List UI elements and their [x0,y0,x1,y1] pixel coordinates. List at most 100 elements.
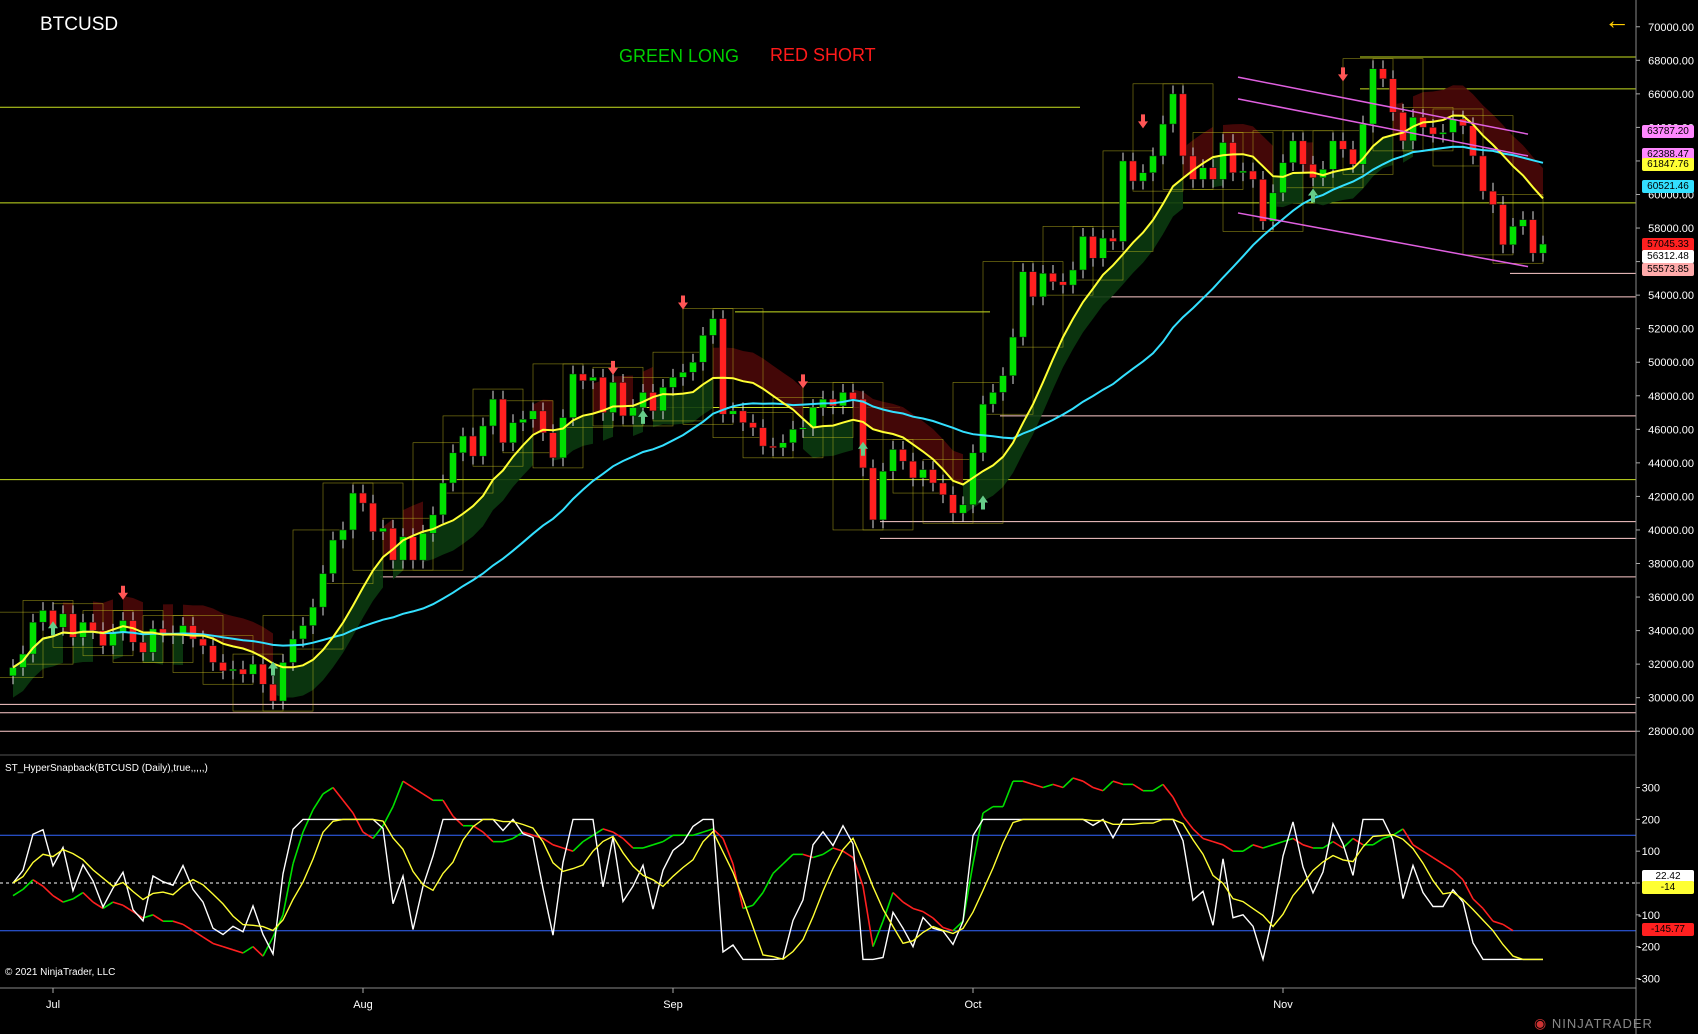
osc-short-segment [152,914,164,922]
candle-up [839,392,847,407]
price-tick-label: 38000.00 [1648,559,1694,571]
osc-long-segment [12,888,24,897]
osc-short-segment [1432,856,1444,865]
osc-badge: -145.77 [1642,923,1694,937]
osc-long-segment [752,892,764,906]
candle-up [569,373,577,418]
osc-short-segment [452,815,464,827]
price-chart: 70000.0068000.0066000.0064000.0062000.00… [0,0,1694,1034]
candle-up [1139,172,1147,182]
long-cloud [683,392,693,424]
candle-down [1379,68,1387,80]
short-cloud [1453,85,1463,116]
candle-up [509,422,517,443]
candle-down [769,445,777,449]
candle-down [739,410,747,423]
candle-down [139,642,147,653]
back-arrow-icon[interactable]: ← [1604,7,1630,33]
candle-down [1229,142,1237,173]
long-cloud [673,393,683,425]
candle-up [559,417,567,459]
candle-down [1109,237,1117,242]
long-cloud [993,456,1003,496]
long-cloud [1043,359,1053,413]
osc-short-segment [1202,837,1214,843]
ninjatrader-logo: ◉ NINJATRADER [1534,1015,1653,1032]
sell-arrow-icon [608,360,618,375]
candle-up [989,392,997,405]
short-cloud [893,403,903,438]
osc-short-segment [1192,828,1204,840]
osc-short-segment [722,838,734,865]
osc-long-segment [662,834,674,843]
osc-short-segment [932,917,944,929]
osc-short-segment [112,901,124,907]
sell-arrow-icon [1138,114,1148,129]
candle-down [1089,236,1097,259]
candle-up [1079,236,1087,271]
long-cloud [813,426,823,458]
candle-down [949,494,957,514]
candle-down [929,469,937,484]
candle-up [799,427,807,430]
osc-short-segment [902,901,914,910]
osc-long-segment [1152,783,1164,792]
osc-short-segment [1472,898,1484,910]
osc-short-segment [222,945,234,951]
short-cloud [1443,85,1453,121]
candle-up [1219,142,1227,180]
price-tick-label: 34000.00 [1648,626,1694,638]
osc-short-segment [862,886,874,947]
candle-up [299,625,307,640]
symbol-title: BTCUSD [40,14,119,35]
osc-short-segment [182,923,194,932]
time-tick-label: Sep [663,999,683,1011]
price-tick-label: 40000.00 [1648,525,1694,537]
candle-up [419,533,427,561]
candle-up [779,442,787,449]
candle-up [1169,93,1177,125]
osc-long-segment [292,831,304,865]
candle-up [229,668,237,672]
candle-up [249,663,257,675]
osc-short-segment [892,891,904,903]
candle-down [1049,273,1057,282]
osc-short-segment [1212,840,1224,846]
candle-up [379,528,387,532]
candle-up [679,372,687,378]
candle-up [629,407,637,417]
osc-short-segment [202,936,214,945]
price-tick-label: 30000.00 [1648,693,1694,705]
osc-long-segment [742,904,754,910]
osc-short-segment [1422,850,1434,859]
candle-up [919,469,927,479]
osc-long-segment [572,841,584,852]
short-cloud [413,501,423,536]
candle-up [1069,269,1077,286]
range-box [742,412,794,459]
candle-up [329,539,337,574]
candle-down [219,662,227,672]
candle-up [1099,237,1107,259]
osc-long-segment [312,793,324,811]
osc-long-segment [1392,828,1404,836]
candle-up [349,492,357,531]
osc-tick-label: 100 [1642,846,1660,858]
candle-up [309,606,317,626]
candle-up [459,435,467,454]
candle-down [409,536,417,561]
candle-down [719,318,727,415]
price-tick-label: 66000.00 [1648,89,1694,101]
long-cloud [1053,337,1063,390]
time-tick-label: Oct [964,999,981,1011]
candle-down [469,435,477,457]
brand-text: NINJATRADER [1551,1016,1653,1031]
osc-short-segment [1092,786,1104,792]
time-tick-label: Aug [353,999,373,1011]
candle-down [909,460,917,479]
osc-short-segment [1112,780,1124,786]
candle-up [1239,170,1247,173]
candle-up [79,621,87,638]
candle-down [1259,179,1267,222]
candle-down [239,668,247,675]
